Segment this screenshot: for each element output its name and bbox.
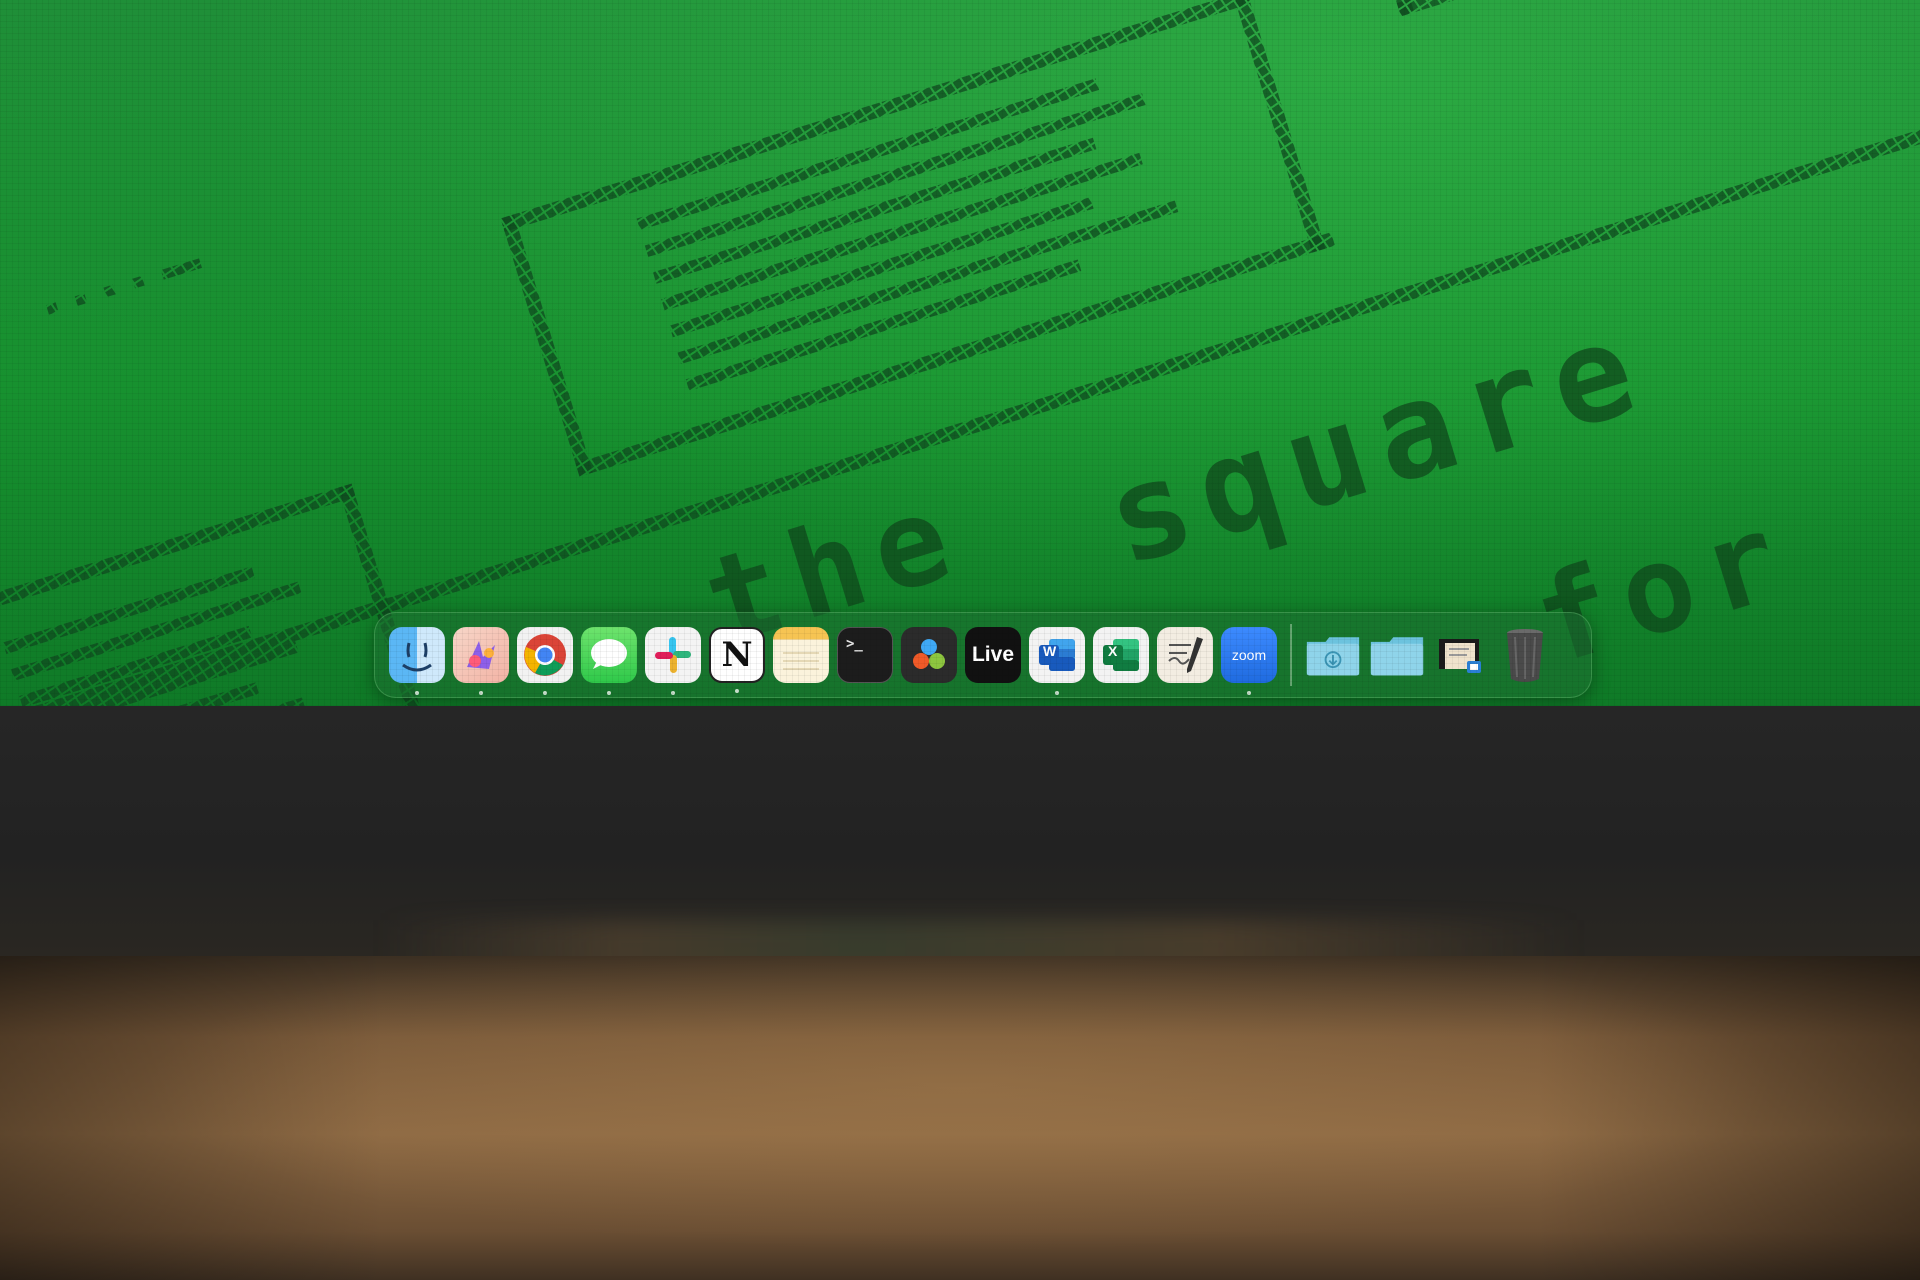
script-editor-icon [1157,627,1213,683]
word-icon [1029,627,1085,683]
desktop-screen: the square for [0,0,1920,706]
terminal-icon: >_ [846,636,863,652]
dock-app-colorful[interactable] [453,627,509,683]
finder-icon [389,627,445,683]
running-indicator [671,691,675,695]
notion-icon: N [721,635,752,675]
running-indicator [479,691,483,695]
dock-app-script-editor[interactable] [1157,627,1213,683]
running-indicator [735,689,739,693]
desk-surface [0,956,1920,1280]
dock-stack-recent-documents[interactable] [1433,627,1489,683]
dock-app-finder[interactable] [389,627,445,683]
messages-icon [581,627,637,683]
dock-app-slack[interactable] [645,627,701,683]
display-bezel [0,706,1920,956]
dock-stack-folder[interactable] [1369,627,1425,683]
dock-trash[interactable] [1497,627,1553,683]
slack-icon [645,627,701,683]
ableton-live-icon: Live [972,643,1014,667]
dock-app-notes[interactable] [773,627,829,683]
dock-stack-downloads[interactable] [1305,627,1361,683]
running-indicator [1055,691,1059,695]
folder-icon [1369,627,1425,683]
chrome-icon [517,627,573,683]
running-indicator [543,691,547,695]
documents-stack-icon [1433,627,1489,683]
dock-app-zoom[interactable]: zoom [1221,627,1277,683]
davinci-resolve-icon [901,627,957,683]
dock-app-notion[interactable]: N [709,627,765,683]
downloads-folder-icon [1305,627,1361,683]
excel-icon [1093,627,1149,683]
zoom-icon: zoom [1232,647,1266,663]
running-indicator [1247,691,1251,695]
colorful-app-icon [453,627,509,683]
dock-app-terminal[interactable]: >_ [837,627,893,683]
dock-separator [1290,624,1292,686]
dock-app-excel[interactable]: X [1093,627,1149,683]
dock-app-ableton-live[interactable]: Live [965,627,1021,683]
notes-icon [773,627,829,683]
dock: N >_ Live [374,612,1592,698]
running-indicator [415,691,419,695]
dock-app-messages[interactable] [581,627,637,683]
trash-icon [1497,625,1553,685]
dock-app-word[interactable]: W [1029,627,1085,683]
running-indicator [607,691,611,695]
dock-app-davinci-resolve[interactable] [901,627,957,683]
dock-app-chrome[interactable] [517,627,573,683]
